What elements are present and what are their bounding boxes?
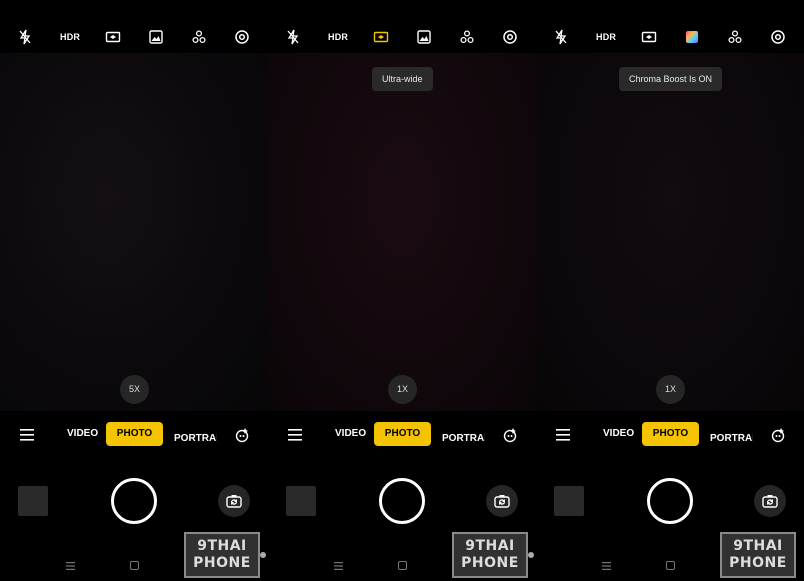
- ai-scene-icon[interactable]: [727, 29, 743, 45]
- flash-off-icon[interactable]: [285, 29, 301, 45]
- nav-home-icon[interactable]: [666, 561, 675, 570]
- gallery-thumbnail[interactable]: [554, 486, 584, 516]
- mode-portrait-label: PORTRAIT: [710, 433, 753, 442]
- menu-icon[interactable]: [556, 429, 570, 441]
- mode-portrait[interactable]: PORTRAIT: [174, 428, 217, 442]
- menu-icon[interactable]: [288, 429, 302, 441]
- gallery-thumbnail[interactable]: [18, 486, 48, 516]
- switch-camera-button[interactable]: [218, 485, 250, 517]
- hdr-toggle[interactable]: HDR: [60, 29, 80, 45]
- nav-home-icon[interactable]: [398, 561, 407, 570]
- hdr-toggle[interactable]: HDR: [328, 29, 348, 45]
- zoom-button[interactable]: 5X: [120, 375, 149, 404]
- shutter-button[interactable]: [647, 478, 693, 524]
- nav-recents-icon[interactable]: [66, 562, 75, 570]
- camera-screen-3: HDR Chroma Boost Is ON 1X VIDEO PHOTO PO…: [536, 0, 804, 581]
- settings-icon[interactable]: [234, 29, 250, 45]
- mode-video[interactable]: VIDEO: [603, 428, 634, 439]
- nav-recents-icon[interactable]: [602, 562, 611, 570]
- beauty-effects-icon[interactable]: [770, 427, 786, 443]
- nav-home-icon[interactable]: [130, 561, 139, 570]
- beauty-effects-icon[interactable]: [502, 427, 518, 443]
- mode-portrait-label: PORTRAIT: [442, 433, 485, 442]
- mode-photo[interactable]: PHOTO: [106, 422, 163, 446]
- mode-portrait-label: PORTRAIT: [174, 433, 217, 442]
- switch-camera-icon: [226, 495, 242, 508]
- camera-screen-2: HDR Ultra-wide 1X VIDEO PHOTO PORTRAIT: [268, 0, 536, 581]
- ai-scene-icon[interactable]: [459, 29, 475, 45]
- image-filter-icon[interactable]: [148, 29, 164, 45]
- top-toolbar: HDR: [536, 22, 804, 52]
- mode-toast: Ultra-wide: [372, 67, 433, 91]
- menu-icon[interactable]: [20, 429, 34, 441]
- flash-off-icon[interactable]: [553, 29, 569, 45]
- switch-camera-icon: [494, 495, 510, 508]
- watermark-logo: 9THAI PHONE: [452, 532, 528, 578]
- flash-off-icon[interactable]: [17, 29, 33, 45]
- chroma-boost-toast: Chroma Boost Is ON: [619, 67, 723, 91]
- settings-icon[interactable]: [502, 29, 518, 45]
- viewfinder[interactable]: [268, 53, 536, 411]
- screenshot-comparison: HDR 5X VIDEO PHOTO PORTRAIT: [0, 0, 804, 581]
- ultrawide-icon[interactable]: [105, 29, 121, 45]
- zoom-button[interactable]: 1X: [656, 375, 685, 404]
- viewfinder[interactable]: [536, 53, 804, 411]
- settings-icon[interactable]: [770, 29, 786, 45]
- viewfinder[interactable]: [0, 53, 268, 411]
- chroma-boost-icon[interactable]: [684, 29, 700, 45]
- mode-photo[interactable]: PHOTO: [642, 422, 699, 446]
- ultrawide-icon-active[interactable]: [373, 29, 389, 45]
- mode-video[interactable]: VIDEO: [335, 428, 366, 439]
- image-filter-icon[interactable]: [416, 29, 432, 45]
- hdr-toggle[interactable]: HDR: [596, 29, 616, 45]
- mode-portrait[interactable]: PORTRAIT: [442, 428, 485, 442]
- nav-back-dot[interactable]: [260, 552, 266, 558]
- watermark-logo: 9THAI PHONE: [184, 532, 260, 578]
- ai-scene-icon[interactable]: [191, 29, 207, 45]
- camera-screen-1: HDR 5X VIDEO PHOTO PORTRAIT: [0, 0, 268, 581]
- gallery-thumbnail[interactable]: [286, 486, 316, 516]
- switch-camera-button[interactable]: [486, 485, 518, 517]
- mode-portrait[interactable]: PORTRAIT: [710, 428, 753, 442]
- shutter-button[interactable]: [111, 478, 157, 524]
- mode-photo[interactable]: PHOTO: [374, 422, 431, 446]
- zoom-button[interactable]: 1X: [388, 375, 417, 404]
- top-toolbar: HDR: [268, 22, 536, 52]
- watermark-logo: 9THAI PHONE: [720, 532, 796, 578]
- switch-camera-button[interactable]: [754, 485, 786, 517]
- nav-back-dot[interactable]: [528, 552, 534, 558]
- top-toolbar: HDR: [0, 22, 268, 52]
- ultrawide-icon[interactable]: [641, 29, 657, 45]
- mode-video[interactable]: VIDEO: [67, 428, 98, 439]
- nav-recents-icon[interactable]: [334, 562, 343, 570]
- shutter-button[interactable]: [379, 478, 425, 524]
- beauty-effects-icon[interactable]: [234, 427, 250, 443]
- switch-camera-icon: [762, 495, 778, 508]
